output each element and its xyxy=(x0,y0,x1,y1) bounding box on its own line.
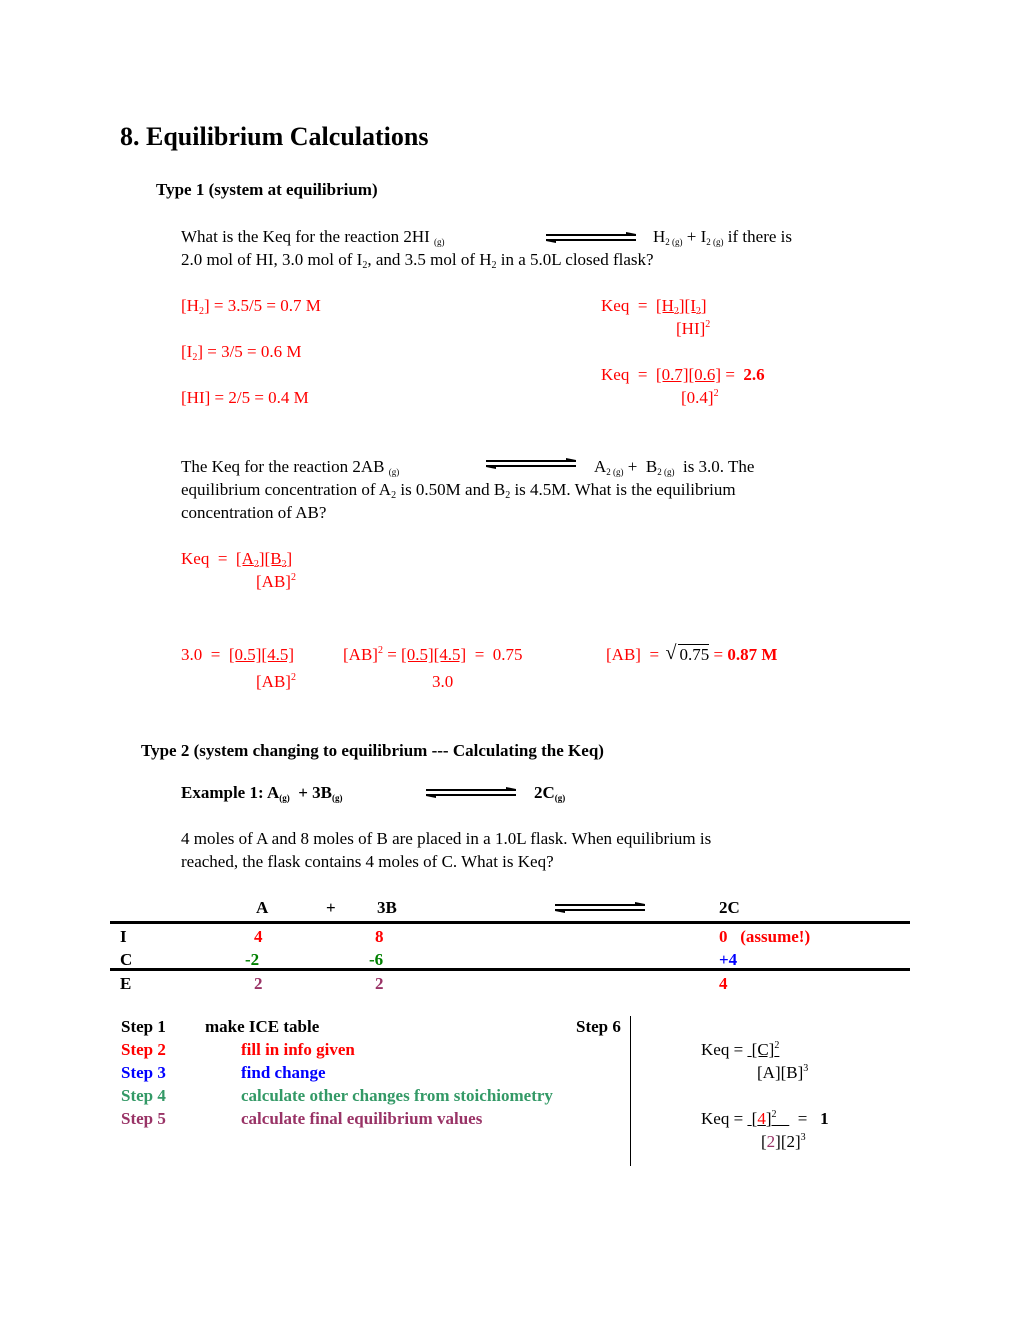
keq-expression-1: Keq = [H2][I2] xyxy=(601,296,707,317)
problem1-question-line2: 2.0 mol of HI, 3.0 mol of I2, and 3.5 mo… xyxy=(181,250,654,271)
step-label: Step 1 xyxy=(121,1017,166,1036)
keq-result-1: 2.6 xyxy=(743,365,765,384)
ice-header-c: 2C xyxy=(719,898,740,917)
problem2-line1-left: The Keq for the reaction 2AB (g) xyxy=(181,457,400,477)
ice-header-plus: + xyxy=(326,898,336,917)
ice-cell: 8 xyxy=(375,927,384,946)
solve-step1: 3.0 = [0.5][4.5] xyxy=(181,645,294,664)
step-label: Step 2 xyxy=(121,1040,166,1059)
keq-expression-2-denominator: [AB]2 xyxy=(256,572,296,591)
step6-keq-result: 1 xyxy=(820,1109,829,1128)
step6-keq-value-denominator: [2][2]3 xyxy=(761,1132,806,1151)
column-divider xyxy=(630,1016,631,1166)
step-label: Step 3 xyxy=(121,1063,166,1082)
equilibrium-arrow-icon xyxy=(486,458,576,469)
step-description: make ICE table xyxy=(205,1017,320,1036)
step-description: calculate final equilibrium values xyxy=(241,1109,483,1128)
ice-header-a: A xyxy=(256,898,269,917)
equilibrium-arrow-icon xyxy=(546,232,636,243)
solve-step2: [AB]2 = [0.5][4.5] = 0.75 xyxy=(343,645,523,664)
type2-heading: Type 2 (system changing to equilibrium -… xyxy=(141,741,604,760)
page-title: 8. Equilibrium Calculations xyxy=(120,122,429,151)
problem1-question-line1: What is the Keq for the reaction 2HI (g) xyxy=(181,227,445,247)
ice-cell: -6 xyxy=(369,950,384,969)
step-description: find change xyxy=(241,1063,326,1082)
problem1-products: H2 (g) + I2 (g) if there is xyxy=(653,227,792,247)
ice-row-label: E xyxy=(120,974,132,993)
ice-header-b: 3B xyxy=(377,898,397,917)
step-label: Step 4 xyxy=(121,1086,166,1105)
ice-cell: 2 xyxy=(375,974,384,993)
sqrt-icon: 0.75 xyxy=(666,643,710,665)
example1-products: 2C(g) xyxy=(534,783,566,803)
problem2-line2: equilibrium concentration of A2 is 0.50M… xyxy=(181,480,736,501)
step6-keq-expression-denominator: [A][B]3 xyxy=(757,1063,809,1082)
ice-row-label: I xyxy=(120,927,127,946)
equilibrium-arrow-icon xyxy=(426,787,516,798)
solve-step3: [AB] = 0.75 = 0.87 M xyxy=(606,643,778,665)
step-description: fill in info given xyxy=(241,1040,355,1059)
ice-cell: 2 xyxy=(254,974,263,993)
calc-h2: [H2] = 3.5/5 = 0.7 M xyxy=(181,296,321,317)
step6-keq-expression: Keq = [C]2 xyxy=(701,1040,780,1059)
step-label: Step 5 xyxy=(121,1109,166,1128)
example1-reactants: Example 1: A(g) + 3B(g) xyxy=(181,783,343,803)
ice-cell: 0 (assume!) xyxy=(719,927,811,946)
ice-cell: -2 xyxy=(245,950,260,969)
step-description: calculate other changes from stoichiomet… xyxy=(241,1086,553,1105)
type1-heading: Type 1 (system at equilibrium) xyxy=(156,180,378,199)
step6-keq-value: Keq = [4]2 = 1 xyxy=(701,1109,829,1128)
keq-value-1-denominator: [0.4]2 xyxy=(681,388,719,407)
example1-problem-line2: reached, the flask contains 4 moles of C… xyxy=(181,852,554,871)
keq-value-1: Keq = [0.7][0.6] = 2.6 xyxy=(601,365,765,384)
ice-cell: 4 xyxy=(719,974,728,993)
ice-cell: +4 xyxy=(719,950,738,969)
solve-step1-denominator: [AB]2 xyxy=(256,672,296,691)
keq-expression-1-denominator: [HI]2 xyxy=(676,319,711,338)
table-top-rule xyxy=(110,921,910,924)
ab-result: 0.87 M xyxy=(727,645,778,664)
solve-step2-denominator: 3.0 xyxy=(432,672,454,691)
ice-cell: 4 xyxy=(254,927,263,946)
problem2-line3: concentration of AB? xyxy=(181,503,327,522)
calc-i2: [I2] = 3/5 = 0.6 M xyxy=(181,342,302,363)
keq-expression-2: Keq = [A2][B2] xyxy=(181,549,293,570)
example1-problem-line1: 4 moles of A and 8 moles of B are placed… xyxy=(181,829,712,848)
table-mid-rule xyxy=(110,968,910,971)
step6-label: Step 6 xyxy=(576,1017,621,1036)
calc-hi: [HI] = 2/5 = 0.4 M xyxy=(181,388,309,407)
problem2-line1-right: A2 (g) + B2 (g) is 3.0. The xyxy=(594,457,755,477)
ice-row-label: C xyxy=(120,950,133,969)
equilibrium-arrow-icon xyxy=(555,902,645,913)
